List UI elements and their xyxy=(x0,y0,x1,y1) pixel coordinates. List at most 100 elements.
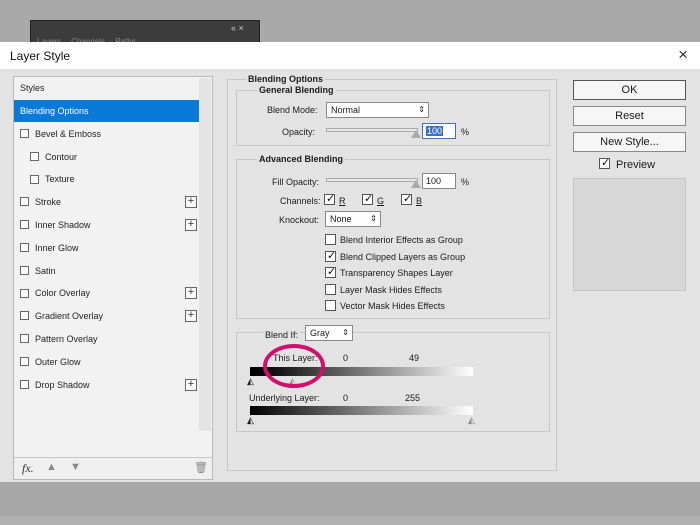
blend-mode-value: Normal xyxy=(331,105,361,115)
style-item-label: Satin xyxy=(35,265,56,276)
add-effect-plus-icon[interactable]: + xyxy=(185,378,197,391)
channel-g-checkbox[interactable] xyxy=(362,192,373,205)
list-scrollbar[interactable] xyxy=(199,78,211,431)
close-icon[interactable]: × xyxy=(678,45,688,65)
opacity-slider-handle[interactable] xyxy=(411,130,421,138)
style-item-checkbox[interactable] xyxy=(20,311,29,321)
panel-controls[interactable]: « × xyxy=(231,23,244,33)
channels-label: Channels: xyxy=(280,196,321,206)
style-item-bevel-emboss[interactable]: Bevel & Emboss xyxy=(14,123,199,145)
style-item-stroke[interactable]: Stroke + xyxy=(14,191,199,213)
style-item-label: Pattern Overlay xyxy=(35,334,98,344)
style-item-checkbox[interactable] xyxy=(20,356,29,366)
this-layer-low-value: 0 xyxy=(343,353,349,363)
style-item-drop-shadow[interactable]: Drop Shadow + xyxy=(14,374,199,396)
style-item-checkbox[interactable] xyxy=(20,334,29,344)
reset-button[interactable]: Reset xyxy=(573,106,686,126)
channel-g-label: G xyxy=(377,196,385,206)
move-down-icon[interactable]: ▼ xyxy=(70,461,81,473)
dialog-body: Styles Blending Options Bevel & Emboss Con… xyxy=(0,69,700,482)
advanced-option-label: Transparency Shapes Layer xyxy=(340,268,453,279)
style-item-texture[interactable]: Texture xyxy=(14,168,199,190)
opacity-slider[interactable] xyxy=(326,128,418,132)
style-item-checkbox[interactable] xyxy=(20,288,29,298)
move-up-icon[interactable]: ▲ xyxy=(46,461,57,473)
new-style-button[interactable]: New Style... xyxy=(573,132,686,152)
general-blending-title: General Blending xyxy=(257,85,336,95)
chevron-updown-icon: ⇕ xyxy=(370,214,377,223)
preview-label: Preview xyxy=(616,159,656,171)
channel-b-label: B xyxy=(416,196,423,206)
advanced-option-checkbox[interactable] xyxy=(325,283,336,295)
bottom-strip-line xyxy=(0,516,700,525)
style-item-gradient-overlay[interactable]: Gradient Overlay + xyxy=(14,305,199,327)
style-item-checkbox[interactable] xyxy=(20,265,29,275)
general-blending-group: General Blending Blend Mode: Normal ⇕ Op… xyxy=(236,85,550,146)
bottom-strip xyxy=(0,482,700,525)
add-effect-plus-icon[interactable]: + xyxy=(185,287,197,300)
style-item-label: Inner Glow xyxy=(35,242,79,253)
style-item-blending-options[interactable]: Blending Options xyxy=(14,100,199,122)
advanced-option-checkbox[interactable] xyxy=(325,300,336,312)
underlying-low-handle[interactable]: ◭ xyxy=(247,416,254,425)
knockout-select[interactable]: None ⇕ xyxy=(325,211,381,227)
fill-opacity-slider[interactable] xyxy=(326,178,418,182)
style-item-pattern-overlay[interactable]: Pattern Overlay xyxy=(14,328,199,350)
fx-icon[interactable]: fx. xyxy=(22,461,34,476)
style-preview-swatch xyxy=(573,178,686,291)
fill-opacity-slider-handle[interactable] xyxy=(411,180,421,188)
add-effect-plus-icon[interactable]: + xyxy=(185,196,197,209)
style-item-inner-shadow[interactable]: Inner Shadow + xyxy=(14,214,199,236)
trash-icon[interactable]: 🗑 xyxy=(194,461,208,474)
advanced-option-checkbox[interactable] xyxy=(325,249,336,262)
style-item-checkbox[interactable] xyxy=(30,151,39,161)
layer-style-dialog: Layer Style × Styles Blending Options Bev… xyxy=(0,42,700,482)
channel-b-checkbox[interactable] xyxy=(401,192,412,205)
underlying-low-value: 0 xyxy=(343,393,349,403)
style-item-label: Texture xyxy=(45,174,75,185)
style-item-color-overlay[interactable]: Color Overlay + xyxy=(14,282,199,304)
knockout-value: None xyxy=(330,214,352,224)
style-item-label: Inner Shadow xyxy=(35,220,91,230)
styles-header[interactable]: Styles xyxy=(14,77,199,99)
channel-r-checkbox[interactable] xyxy=(324,192,335,205)
add-effect-plus-icon[interactable]: + xyxy=(185,219,197,231)
style-item-label: Bevel & Emboss xyxy=(35,128,102,139)
blend-if-label: Blend If: xyxy=(263,330,301,340)
style-item-inner-glow[interactable]: Inner Glow xyxy=(14,237,199,259)
advanced-option-checkbox[interactable] xyxy=(325,265,336,279)
dialog-title: Layer Style xyxy=(10,49,71,63)
ok-button[interactable]: OK xyxy=(573,80,686,100)
style-item-checkbox[interactable] xyxy=(30,174,39,184)
knockout-label: Knockout: xyxy=(279,215,320,225)
blend-if-select[interactable]: Gray ⇕ xyxy=(305,325,353,341)
fill-opacity-input[interactable]: 100 xyxy=(422,173,456,189)
opacity-label: Opacity: xyxy=(282,127,316,137)
this-layer-low-handle[interactable]: ◭ xyxy=(247,377,254,386)
style-item-label: Contour xyxy=(45,151,78,162)
preview-checkbox[interactable] xyxy=(599,156,610,169)
fill-opacity-unit: % xyxy=(461,177,470,187)
advanced-blending-group: Advanced Blending Fill Opacity: 100 % Ch… xyxy=(236,154,550,319)
style-item-checkbox[interactable] xyxy=(20,220,29,230)
style-item-satin[interactable]: Satin xyxy=(14,260,199,282)
chevron-updown-icon: ⇕ xyxy=(418,105,425,114)
styles-list: Styles Blending Options Bevel & Emboss Con… xyxy=(13,76,213,480)
add-effect-plus-icon[interactable]: + xyxy=(185,310,197,323)
opacity-input[interactable]: 100 xyxy=(422,123,456,139)
blend-mode-select[interactable]: Normal ⇕ xyxy=(326,102,429,118)
style-item-checkbox[interactable] xyxy=(20,379,29,389)
style-item-outer-glow[interactable]: Outer Glow xyxy=(14,351,199,373)
advanced-option-checkbox[interactable] xyxy=(325,234,336,245)
blend-mode-label: Blend Mode: xyxy=(267,105,318,115)
style-item-contour[interactable]: Contour xyxy=(14,146,199,168)
style-item-checkbox[interactable] xyxy=(20,128,29,138)
blending-options-panel: Blending Options General Blending Blend … xyxy=(227,74,557,471)
style-item-checkbox[interactable] xyxy=(20,197,29,207)
underlying-high-handle[interactable]: ◭ xyxy=(468,416,475,425)
style-item-label: Drop Shadow xyxy=(35,379,90,390)
this-layer-high-value: 49 xyxy=(409,353,420,363)
style-item-checkbox[interactable] xyxy=(20,242,29,252)
style-item-label: Outer Glow xyxy=(35,356,81,367)
advanced-option-label: Blend Interior Effects as Group xyxy=(340,235,463,245)
